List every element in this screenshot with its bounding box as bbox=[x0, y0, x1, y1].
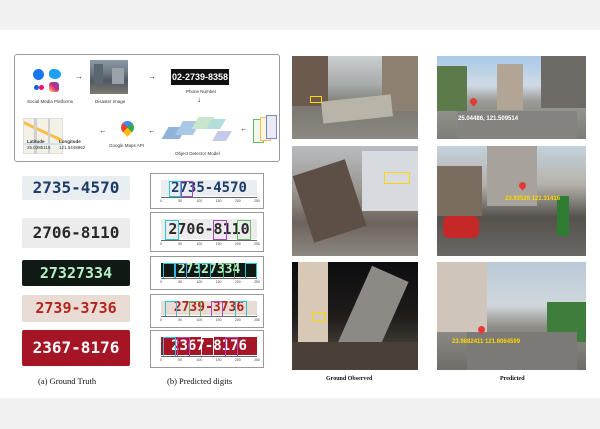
gt-plate: 2367-8176 bbox=[22, 330, 130, 366]
pipeline-diagram: Social Media Platforms → Disaster Image … bbox=[14, 54, 280, 162]
ground-photo bbox=[292, 262, 418, 370]
axis-tick-label: 0 bbox=[160, 280, 162, 284]
axis-tick-label: 100 bbox=[196, 280, 203, 284]
highlight-box bbox=[384, 172, 410, 184]
longitude-value: 121.5448962 bbox=[59, 145, 86, 150]
axis-tick-label: 250 bbox=[254, 358, 260, 362]
predicted-coordinates: 25.04486, 121.509514 bbox=[458, 116, 519, 122]
caption-predicted: Predicted bbox=[500, 376, 525, 382]
facebook-icon bbox=[33, 69, 44, 80]
axis-tick-label: 200 bbox=[234, 358, 241, 362]
axis-tick-label: 200 bbox=[234, 318, 241, 322]
ground-photo bbox=[292, 146, 418, 256]
phone-number-box: 02-2739-8358 bbox=[171, 69, 229, 85]
disaster-label: Disaster Image bbox=[95, 99, 126, 104]
predicted-coordinates: 23.93526 121.31416 bbox=[505, 196, 561, 202]
pred-axis: 0 50 100 150 200 250 bbox=[160, 278, 260, 286]
axis-tick-label: 250 bbox=[254, 280, 260, 284]
detector-network bbox=[161, 113, 235, 149]
predicted-coordinates: 23.9882411 121.6064599 bbox=[452, 339, 521, 345]
ground-photo bbox=[292, 56, 418, 139]
gt-plate: 2739-3736 bbox=[22, 295, 130, 322]
predicted-photo bbox=[437, 262, 586, 370]
axis-tick-label: 250 bbox=[254, 318, 260, 322]
arrow-down-icon: ↓ bbox=[197, 95, 201, 104]
arrow-icon: → bbox=[75, 72, 83, 81]
axis-tick-label: 150 bbox=[215, 358, 222, 362]
feature-maps bbox=[253, 115, 277, 145]
axis-tick-label: 200 bbox=[234, 199, 241, 203]
axis-tick-label: 150 bbox=[215, 199, 222, 203]
axis-tick-label: 250 bbox=[254, 242, 260, 246]
axis-tick-label: 200 bbox=[234, 242, 241, 246]
axis-tick-label: 100 bbox=[196, 199, 203, 203]
gt-plate: 2735-4570 bbox=[22, 176, 130, 200]
axis-tick-label: 100 bbox=[196, 358, 203, 362]
axis-tick-label: 50 bbox=[178, 358, 183, 362]
phone-label: Phone Number bbox=[186, 89, 217, 94]
detector-label: Object Detector Model bbox=[175, 151, 220, 156]
longitude-label: Longitude bbox=[59, 139, 81, 144]
highlight-box bbox=[310, 96, 322, 103]
arrow-left-icon: ← bbox=[240, 124, 248, 133]
latitude-label: Latitude bbox=[27, 139, 45, 144]
caption-predicted-digits: (b) Predicted digits bbox=[167, 376, 233, 386]
gt-plate: 2706-8110 bbox=[22, 218, 130, 248]
social-label: Social Media Platforms bbox=[27, 99, 74, 104]
caption-ground-truth: (a) Ground Truth bbox=[38, 376, 97, 386]
twitter-icon bbox=[49, 69, 61, 79]
arrow-left-icon: ← bbox=[99, 126, 107, 135]
axis-tick-label: 100 bbox=[196, 318, 203, 322]
axis-tick-label: 150 bbox=[215, 242, 222, 246]
pred-panel: 2706-8110 0 50 100 150 200 250 bbox=[150, 212, 264, 252]
axis-tick-label: 0 bbox=[160, 318, 162, 322]
latitude-value: 25.0385116 bbox=[27, 145, 51, 150]
predicted-photo bbox=[437, 56, 586, 139]
instagram-icon bbox=[49, 82, 59, 92]
pred-panel: 2367-8176 0 50 100 150 200 250 bbox=[150, 330, 264, 368]
axis-tick-label: 0 bbox=[160, 242, 162, 246]
disaster-thumbnail bbox=[90, 60, 128, 94]
arrow-left-icon: ← bbox=[148, 126, 156, 135]
axis-tick-label: 50 bbox=[178, 318, 183, 322]
google-maps-icon bbox=[118, 118, 137, 137]
axis-tick-label: 0 bbox=[160, 358, 162, 362]
pred-axis: 0 50 100 150 200 250 bbox=[160, 356, 260, 364]
pred-axis: 0 50 100 150 200 250 bbox=[160, 197, 260, 205]
flickr-icon bbox=[34, 85, 44, 90]
axis-tick-label: 150 bbox=[215, 318, 222, 322]
highlight-box bbox=[312, 312, 326, 321]
gt-plate: 27327334 bbox=[22, 260, 130, 286]
axis-tick-label: 0 bbox=[160, 199, 162, 203]
pred-panel: 27327334 0 50 100 150 200 250 bbox=[150, 256, 264, 290]
arrow-icon: → bbox=[148, 72, 156, 81]
axis-tick-label: 150 bbox=[215, 280, 222, 284]
axis-tick-label: 200 bbox=[234, 280, 241, 284]
axis-tick-label: 50 bbox=[178, 242, 183, 246]
pred-axis: 0 50 100 150 200 250 bbox=[160, 240, 260, 248]
axis-tick-label: 250 bbox=[254, 199, 260, 203]
axis-tick-label: 50 bbox=[178, 280, 183, 284]
maps-label: Google Maps API bbox=[109, 143, 145, 148]
pred-panel: 2735-4570 0 50 100 150 200 250 bbox=[150, 173, 264, 209]
axis-tick-label: 50 bbox=[178, 199, 183, 203]
pred-axis: 0 50 100 150 200 250 bbox=[160, 316, 260, 324]
pred-panel: 2739-3736 0 50 100 150 200 250 bbox=[150, 294, 264, 328]
caption-ground-observed: Ground Observed bbox=[326, 376, 373, 382]
axis-tick-label: 100 bbox=[196, 242, 203, 246]
